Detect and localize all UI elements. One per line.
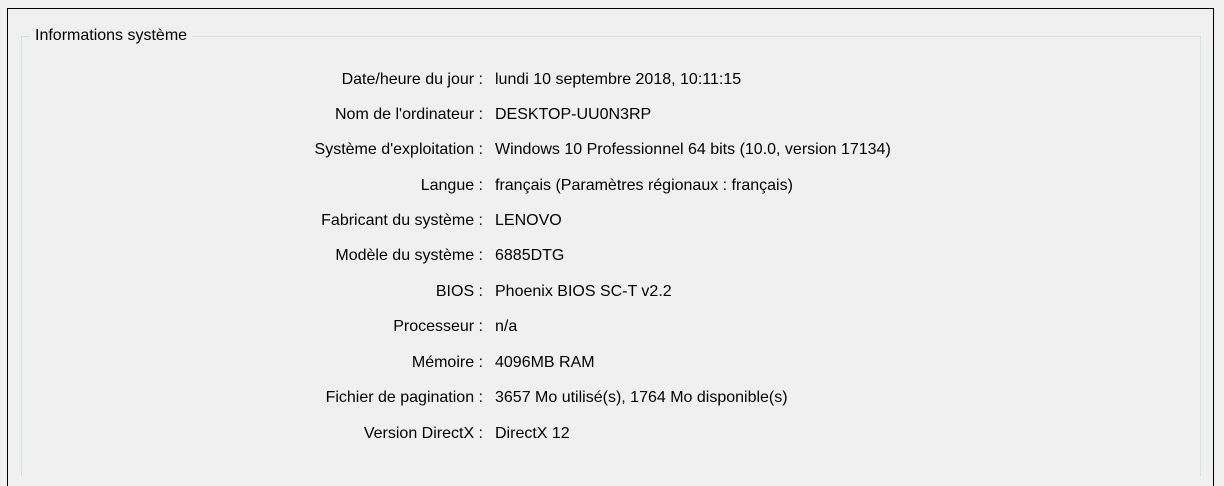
info-value: DirectX 12	[495, 425, 570, 442]
info-label: Nom de l'ordinateur :	[334, 106, 483, 123]
info-value: DESKTOP-UU0N3RP	[495, 106, 652, 123]
info-value: 6885DTG	[495, 247, 565, 264]
info-value: Windows 10 Professionnel 64 bits (10.0, …	[495, 141, 891, 158]
info-label: Fabricant du système :	[321, 212, 483, 229]
info-row-directx: Version DirectX : DirectX 12	[0, 418, 1220, 450]
info-value: 3657 Mo utilisé(s), 1764 Mo disponible(s…	[495, 389, 788, 406]
info-row-bios: BIOS : Phoenix BIOS SC-T v2.2	[0, 276, 1220, 308]
info-row-model: Modèle du système : 6885DTG	[0, 240, 1220, 272]
groupbox-title: Informations système	[30, 25, 193, 47]
info-label: BIOS :	[435, 283, 483, 300]
info-row-date: Date/heure du jour : lundi 10 septembre …	[0, 64, 1220, 96]
info-row-language: Langue : français (Paramètres régionaux …	[0, 170, 1220, 202]
info-label: Mémoire :	[411, 354, 483, 371]
info-label: Système d'exploitation :	[314, 141, 483, 158]
info-value: n/a	[495, 318, 518, 335]
info-row-pagefile: Fichier de pagination : 3657 Mo utilisé(…	[0, 382, 1220, 414]
info-row-computer-name: Nom de l'ordinateur : DESKTOP-UU0N3RP	[0, 99, 1220, 131]
info-value: Phoenix BIOS SC-T v2.2	[495, 283, 672, 300]
info-row-memory: Mémoire : 4096MB RAM	[0, 347, 1220, 379]
info-value: lundi 10 septembre 2018, 10:11:15	[495, 71, 742, 88]
info-value: 4096MB RAM	[495, 354, 595, 371]
info-value: LENOVO	[495, 212, 562, 229]
info-label: Langue :	[420, 177, 483, 194]
info-row-os: Système d'exploitation : Windows 10 Prof…	[0, 134, 1220, 166]
info-label: Processeur :	[393, 318, 483, 335]
info-row-processor: Processeur : n/a	[0, 311, 1220, 343]
info-label: Version DirectX :	[363, 425, 483, 442]
info-value: français (Paramètres régionaux : françai…	[495, 177, 793, 194]
info-label: Modèle du système :	[335, 247, 483, 264]
info-label: Fichier de pagination :	[325, 389, 483, 406]
info-row-manufacturer: Fabricant du système : LENOVO	[0, 205, 1220, 237]
info-label: Date/heure du jour :	[341, 71, 483, 88]
